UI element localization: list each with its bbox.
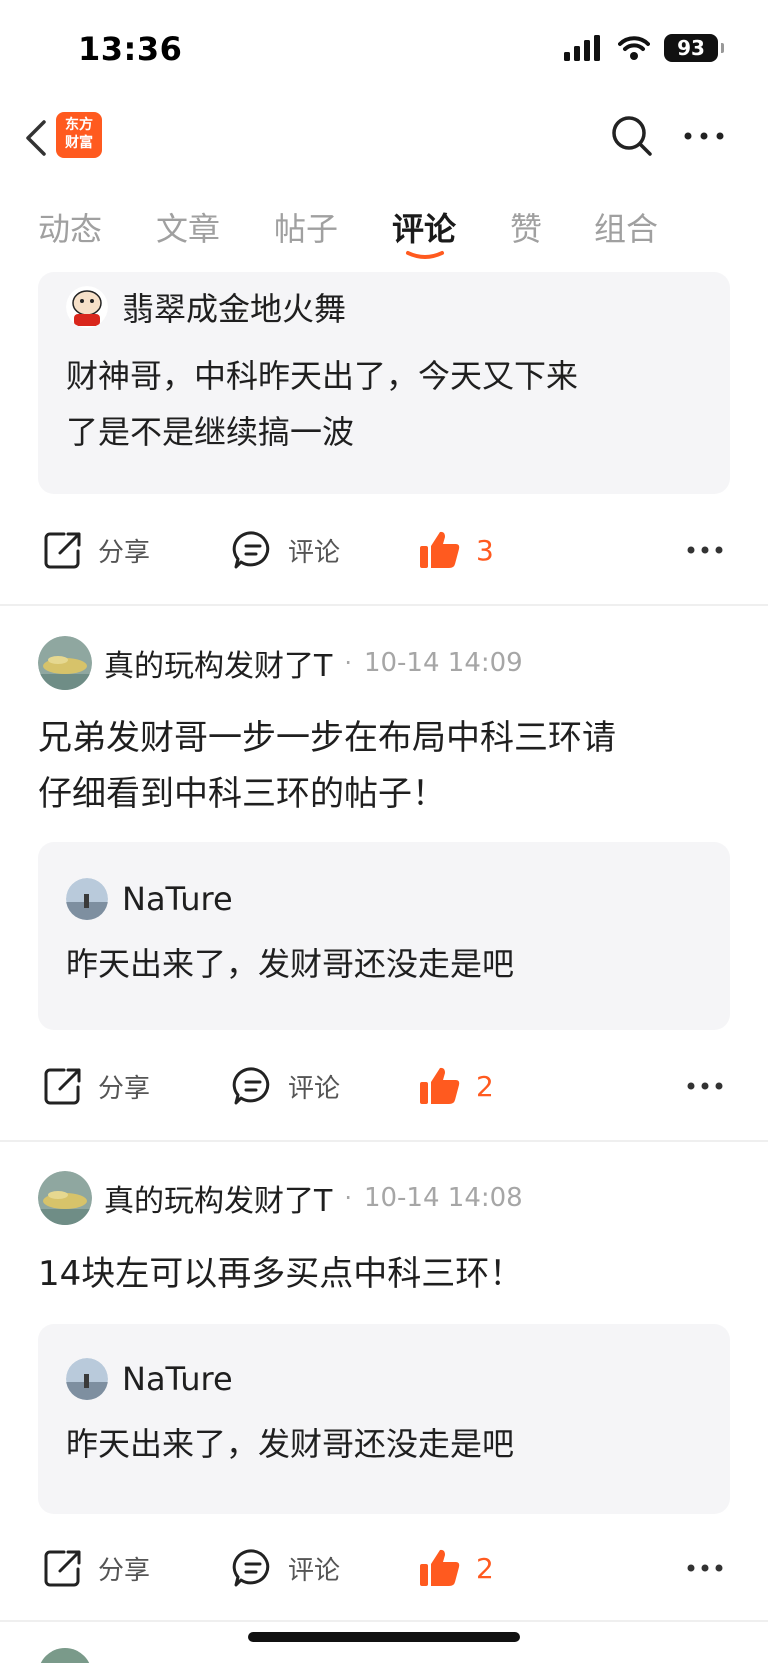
comment-label: 评论 — [288, 537, 341, 568]
wifi-icon — [618, 36, 650, 60]
like-button[interactable]: 3 — [418, 520, 494, 580]
tab-articles[interactable]: 文章 — [156, 204, 220, 250]
divider — [0, 1620, 768, 1622]
like-count: 2 — [476, 1069, 494, 1103]
avatar[interactable] — [38, 636, 92, 690]
status-time: 13:36 — [78, 30, 183, 68]
quote-header: 翡翠成金地火舞 — [66, 284, 346, 330]
home-indicator[interactable] — [248, 1632, 520, 1642]
post-text-line: 兄弟发财哥一步一步在布局中科三环请 — [38, 718, 616, 758]
quote-text-line: 了是不是继续搞一波 — [66, 413, 355, 451]
status-icons: 93 — [564, 34, 724, 62]
nav-bar: 东方 财富 — [0, 100, 768, 176]
status-bar: 13:36 93 — [0, 0, 768, 100]
post-text[interactable]: 兄弟发财哥一步一步在布局中科三环请 仔细看到中科三环的帖子！ — [38, 710, 738, 822]
more-options-icon[interactable] — [685, 536, 725, 564]
chevron-left-icon — [26, 120, 46, 156]
avatar — [66, 286, 108, 328]
action-row: 分享 评论 2 — [0, 1056, 768, 1116]
avatar — [66, 878, 108, 920]
tab-posts[interactable]: 帖子 — [274, 204, 338, 250]
post-header: 真的玩构发财了T · 10-14 14:08 — [38, 1171, 523, 1225]
comment-button[interactable]: 评论 — [232, 1056, 340, 1116]
back-button[interactable] — [16, 114, 56, 162]
profile-tabs: 动态 文章 帖子 评论 赞 组合 — [0, 196, 768, 268]
logo-line-1: 东方 — [65, 117, 93, 133]
comment-icon — [232, 1549, 270, 1587]
like-button[interactable]: 2 — [418, 1538, 494, 1598]
signal-icon — [564, 35, 600, 61]
quote-username[interactable]: NaTure — [122, 880, 233, 918]
post-text[interactable]: 14块左可以再多买点中科三环！ — [38, 1246, 738, 1302]
quoted-comment[interactable]: NaTure 昨天出来了，发财哥还没走是吧 — [38, 1324, 730, 1514]
share-button[interactable]: 分享 — [42, 520, 150, 580]
share-button[interactable]: 分享 — [42, 1538, 150, 1598]
divider — [0, 1140, 768, 1142]
comment-label: 评论 — [288, 1073, 341, 1104]
comment-button[interactable]: 评论 — [232, 1538, 340, 1598]
more-options-icon[interactable] — [685, 1072, 725, 1100]
quoted-comment[interactable]: 翡翠成金地火舞 财神哥，中科昨天出了，今天又下来 了是不是继续搞一波 — [38, 272, 730, 494]
tab-dynamics[interactable]: 动态 — [38, 204, 102, 250]
post-username[interactable]: 真的玩构发财了T — [104, 641, 332, 685]
app-logo: 东方 财富 — [56, 112, 102, 158]
share-label: 分享 — [98, 1555, 151, 1586]
separator-dot: · — [344, 649, 352, 677]
tab-comments[interactable]: 评论 — [392, 204, 456, 250]
comment-button[interactable]: 评论 — [232, 520, 340, 580]
avatar[interactable] — [38, 1648, 92, 1663]
share-label: 分享 — [98, 537, 151, 568]
thumbs-up-icon — [420, 1067, 460, 1104]
share-label: 分享 — [98, 1073, 151, 1104]
quote-username[interactable]: 翡翠成金地火舞 — [122, 284, 346, 330]
post-time: 10-14 14:08 — [363, 1183, 523, 1213]
quote-text: 昨天出来了，发财哥还没走是吧 — [66, 945, 515, 983]
quote-text: 财神哥，中科昨天出了，今天又下来 了是不是继续搞一波 — [66, 348, 702, 460]
battery-indicator: 93 — [664, 34, 724, 62]
action-row: 分享 评论 3 — [0, 520, 768, 580]
post-time: 10-14 14:09 — [363, 648, 523, 678]
separator-dot: · — [344, 1184, 352, 1212]
quoted-comment[interactable]: NaTure 昨天出来了，发财哥还没走是吧 — [38, 842, 730, 1030]
like-count: 2 — [476, 1551, 494, 1585]
avatar — [66, 1358, 108, 1400]
active-tab-indicator — [406, 251, 444, 259]
action-row: 分享 评论 2 — [0, 1538, 768, 1598]
post-text-line: 仔细看到中科三环的帖子！ — [38, 774, 446, 814]
quote-username[interactable]: NaTure — [122, 1360, 233, 1398]
comment-label: 评论 — [288, 1555, 341, 1586]
share-icon — [44, 1550, 81, 1587]
like-button[interactable]: 2 — [418, 1056, 494, 1116]
tab-portfolio[interactable]: 组合 — [594, 204, 658, 250]
more-options-icon[interactable] — [685, 1554, 725, 1582]
thumbs-up-icon — [420, 531, 460, 568]
tab-likes[interactable]: 赞 — [510, 204, 542, 250]
comment-icon — [232, 1067, 270, 1105]
like-count: 3 — [476, 533, 494, 567]
quote-text-line: 财神哥，中科昨天出了，今天又下来 — [66, 357, 579, 395]
post-username[interactable]: 真的玩构发财了T — [104, 1176, 332, 1220]
share-icon — [44, 532, 81, 569]
post-header: 真的玩构发财了T · 10-14 14:09 — [38, 636, 523, 690]
logo-line-2: 财富 — [65, 135, 93, 151]
more-horizontal-icon — [684, 132, 724, 140]
share-button[interactable]: 分享 — [42, 1056, 150, 1116]
avatar[interactable] — [38, 1171, 92, 1225]
quote-header: NaTure — [66, 1358, 233, 1400]
quote-text: 昨天出来了，发财哥还没走是吧 — [66, 1425, 515, 1463]
comment-icon — [232, 531, 270, 569]
thumbs-up-icon — [420, 1549, 460, 1586]
search-button[interactable] — [608, 112, 656, 160]
divider — [0, 604, 768, 606]
search-icon — [612, 116, 652, 156]
share-icon — [44, 1068, 81, 1105]
quote-header: NaTure — [66, 878, 233, 920]
more-button[interactable] — [680, 120, 728, 152]
